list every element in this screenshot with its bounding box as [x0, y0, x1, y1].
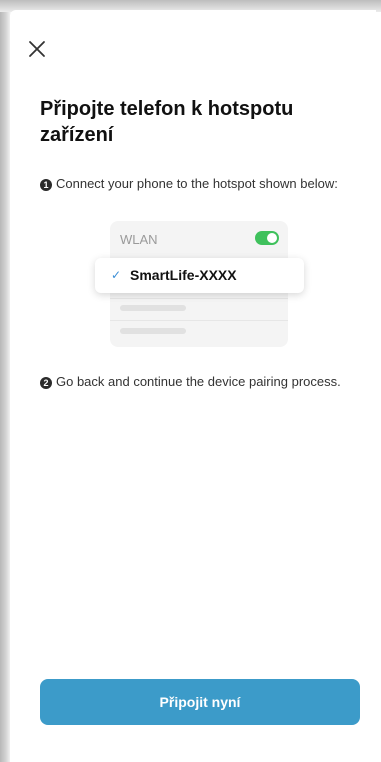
screen: Připojte telefon k hotspotu zařízení 1 Co… — [0, 0, 381, 762]
toggle-knob — [267, 233, 277, 243]
page-title-line-2: zařízení — [40, 124, 114, 146]
checkmark-icon: ✓ — [111, 268, 122, 282]
row-divider — [110, 298, 288, 299]
step-number-badge: 1 — [40, 179, 52, 191]
close-icon[interactable] — [28, 40, 46, 58]
row-divider — [110, 320, 288, 321]
step-number-badge: 2 — [40, 377, 52, 389]
instruction-step-1: 1 Connect your phone to the hotspot shown… — [40, 175, 370, 193]
page-title: Připojte telefon k hotspotu zařízení — [40, 96, 340, 148]
placeholder-network-bar — [120, 305, 186, 311]
wlan-label: WLAN — [120, 232, 158, 247]
selected-network-card: ✓ SmartLife-XXXX — [95, 258, 304, 293]
instruction-step-2: 2 Go back and continue the device pairing… — [40, 373, 370, 391]
network-ssid: SmartLife-XXXX — [130, 267, 237, 283]
placeholder-network-bar — [120, 328, 186, 334]
step-1-text: Connect your phone to the hotspot shown … — [56, 176, 338, 191]
step-2-text: Go back and continue the device pairing … — [56, 374, 341, 389]
wlan-toggle — [255, 231, 279, 245]
page-title-line-1: Připojte telefon k hotspotu — [40, 98, 294, 120]
connect-now-button[interactable]: Připojit nyní — [40, 679, 360, 725]
